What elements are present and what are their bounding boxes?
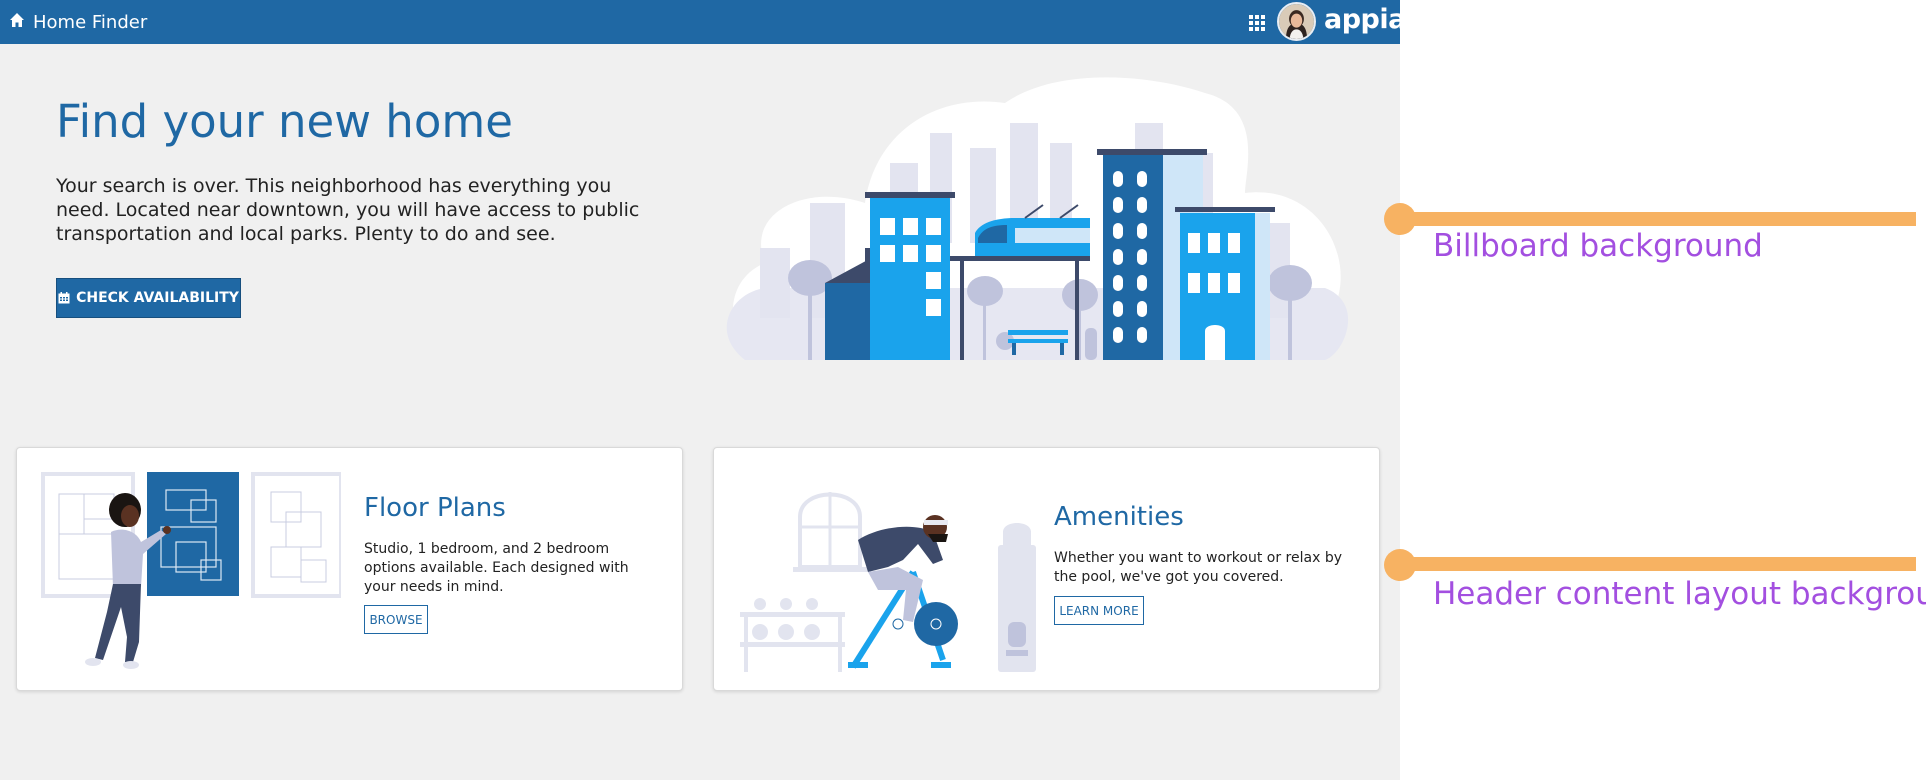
billboard-annotation-line xyxy=(1400,212,1916,226)
floor-plans-title: Floor Plans xyxy=(364,493,506,523)
header-layout-annotation-label: Header content layout background xyxy=(1433,576,1926,612)
amenities-illustration xyxy=(740,492,1036,672)
floor-plans-card: Floor Plans Studio, 1 bedroom, and 2 bed… xyxy=(16,447,683,691)
top-navigation-bar: Home Finder appian xyxy=(0,0,1425,44)
city-illustration xyxy=(726,77,1349,360)
home-icon xyxy=(9,12,25,33)
floor-plans-description: Studio, 1 bedroom, and 2 bedroom options… xyxy=(364,541,629,595)
learn-more-button[interactable]: LEARN MORE xyxy=(1054,596,1144,625)
billboard: Find your new home Your search is over. … xyxy=(0,44,1400,394)
billboard-annotation-label: Billboard background xyxy=(1433,228,1763,264)
calendar-icon xyxy=(58,292,70,304)
billboard-description: Your search is over. This neighborhood h… xyxy=(56,175,640,245)
check-availability-button[interactable]: CHECK AVAILABILITY xyxy=(56,278,241,318)
amenities-title: Amenities xyxy=(1054,502,1184,532)
brand-logo: appian xyxy=(1324,4,1425,35)
user-avatar[interactable] xyxy=(1277,2,1316,41)
amenities-card: Amenities Whether you want to workout or… xyxy=(713,447,1380,691)
browse-button[interactable]: BROWSE xyxy=(364,605,428,634)
app-name: Home Finder xyxy=(33,11,148,33)
grid-icon[interactable] xyxy=(1247,12,1267,32)
check-availability-label: CHECK AVAILABILITY xyxy=(76,290,239,306)
app-canvas: Home Finder appian Find your new home Yo… xyxy=(0,0,1425,780)
amenities-description: Whether you want to workout or relax by … xyxy=(1054,550,1342,585)
page-title: Find your new home xyxy=(56,95,513,148)
header-layout-annotation-line xyxy=(1400,557,1916,571)
floor-plans-illustration xyxy=(41,472,341,669)
home-link[interactable]: Home Finder xyxy=(9,9,147,35)
